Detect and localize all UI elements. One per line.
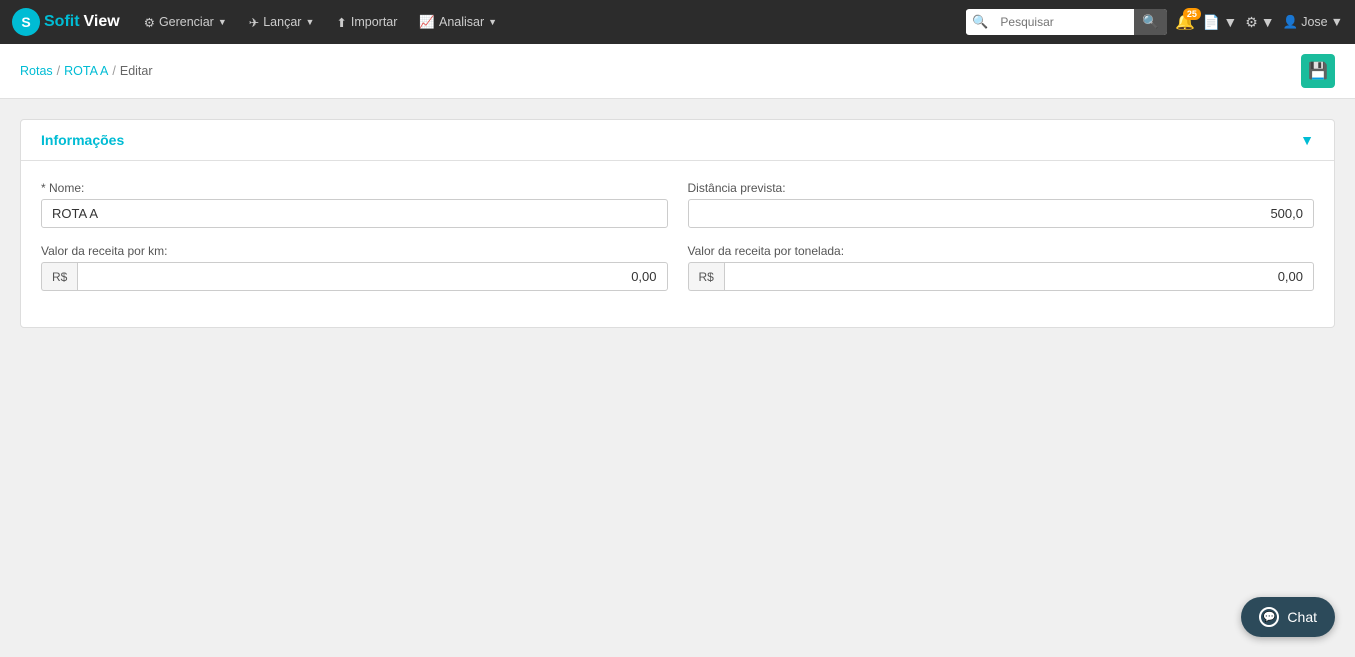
breadcrumb: Rotas / ROTA A / Editar xyxy=(20,64,153,78)
nome-input[interactable] xyxy=(41,199,668,228)
receita-km-label: Valor da receita por km: xyxy=(41,244,668,258)
chat-label: Chat xyxy=(1287,609,1317,625)
nav-item-gerenciar[interactable]: ⚙ Gerenciar ▼ xyxy=(134,9,237,36)
nav-right: 🔍 🔍 🔔 25 📄 ▼ ⚙ ▼ 👤 Jose ▼ xyxy=(966,9,1343,35)
receita-km-prefix: R$ xyxy=(41,262,77,291)
import-icon: ⬆ xyxy=(336,15,346,30)
receita-ton-label: Valor da receita por tonelada: xyxy=(688,244,1315,258)
breadcrumb-separator-2: / xyxy=(112,64,115,78)
breadcrumb-rota-a[interactable]: ROTA A xyxy=(64,64,108,78)
card-header: Informações ▼ xyxy=(21,120,1334,161)
nav-item-lancar[interactable]: ✈ Lançar ▼ xyxy=(239,9,325,36)
distancia-label: Distância prevista: xyxy=(688,181,1315,195)
document-button[interactable]: 📄 ▼ xyxy=(1203,14,1237,31)
breadcrumb-editar: Editar xyxy=(120,64,153,78)
card-title: Informações xyxy=(41,132,124,148)
receita-ton-input-group: R$ xyxy=(688,262,1315,291)
receita-km-input-group: R$ xyxy=(41,262,668,291)
nav-label-analisar: Analisar xyxy=(439,15,484,29)
informacoes-card: Informações ▼ * Nome: Distância prevista… xyxy=(20,119,1335,328)
chevron-down-icon-5: ▼ xyxy=(1261,14,1275,30)
user-menu-button[interactable]: 👤 Jose ▼ xyxy=(1283,15,1343,30)
gear-icon: ⚙ xyxy=(144,15,155,30)
notification-badge: 25 xyxy=(1183,8,1201,20)
search-icon-btn[interactable]: 🔍 xyxy=(966,10,994,34)
collapse-icon[interactable]: ▼ xyxy=(1300,132,1314,148)
brand: S SofitView xyxy=(12,8,120,36)
nome-label: * Nome: xyxy=(41,181,668,195)
chevron-down-icon-2: ▼ xyxy=(305,17,314,27)
card-body: * Nome: Distância prevista: Valor da rec… xyxy=(21,161,1334,327)
distancia-input[interactable] xyxy=(688,199,1315,228)
receita-ton-input[interactable] xyxy=(724,262,1314,291)
form-group-receita-km: Valor da receita por km: R$ xyxy=(41,244,668,291)
launch-icon: ✈ xyxy=(249,15,259,30)
page-content: Informações ▼ * Nome: Distância prevista… xyxy=(0,99,1355,368)
chevron-down-icon-6: ▼ xyxy=(1331,15,1343,29)
brand-view: View xyxy=(84,13,120,31)
breadcrumb-separator-1: / xyxy=(57,64,60,78)
form-group-distancia: Distância prevista: xyxy=(688,181,1315,228)
chart-icon: 📈 xyxy=(419,15,435,30)
nav-label-lancar: Lançar xyxy=(263,15,301,29)
receita-km-input[interactable] xyxy=(77,262,667,291)
user-name: Jose xyxy=(1301,15,1327,29)
search-box: 🔍 🔍 xyxy=(966,9,1167,35)
nav-label-importar: Importar xyxy=(351,15,398,29)
logo-icon: S xyxy=(12,8,40,36)
chevron-down-icon: ▼ xyxy=(218,17,227,27)
user-icon: 👤 xyxy=(1283,15,1299,30)
save-button[interactable]: 💾 xyxy=(1301,54,1335,88)
form-row-2: Valor da receita por km: R$ Valor da rec… xyxy=(41,244,1314,291)
form-group-nome: * Nome: xyxy=(41,181,668,228)
chevron-down-icon-4: ▼ xyxy=(1223,14,1237,30)
form-row-1: * Nome: Distância prevista: xyxy=(41,181,1314,228)
nav-label-gerenciar: Gerenciar xyxy=(159,15,214,29)
breadcrumb-rotas[interactable]: Rotas xyxy=(20,64,53,78)
nav-item-importar[interactable]: ⬆ Importar xyxy=(326,9,407,36)
save-icon: 💾 xyxy=(1308,61,1328,81)
chat-button[interactable]: 💬 Chat xyxy=(1241,597,1335,637)
form-group-receita-ton: Valor da receita por tonelada: R$ xyxy=(688,244,1315,291)
search-submit-button[interactable]: 🔍 xyxy=(1134,9,1167,35)
breadcrumb-bar: Rotas / ROTA A / Editar 💾 xyxy=(0,44,1355,99)
nav-menu: ⚙ Gerenciar ▼ ✈ Lançar ▼ ⬆ Importar 📈 An… xyxy=(134,9,962,36)
settings-button[interactable]: ⚙ ▼ xyxy=(1245,14,1274,31)
navbar: S SofitView ⚙ Gerenciar ▼ ✈ Lançar ▼ ⬆ I… xyxy=(0,0,1355,44)
chat-bubble-icon: 💬 xyxy=(1259,607,1279,627)
chevron-down-icon-3: ▼ xyxy=(488,17,497,27)
brand-sofit: Sofit xyxy=(44,13,80,31)
receita-ton-prefix: R$ xyxy=(688,262,724,291)
nav-item-analisar[interactable]: 📈 Analisar ▼ xyxy=(409,9,507,36)
notifications-button[interactable]: 🔔 25 xyxy=(1175,12,1195,32)
search-input[interactable] xyxy=(994,11,1134,33)
